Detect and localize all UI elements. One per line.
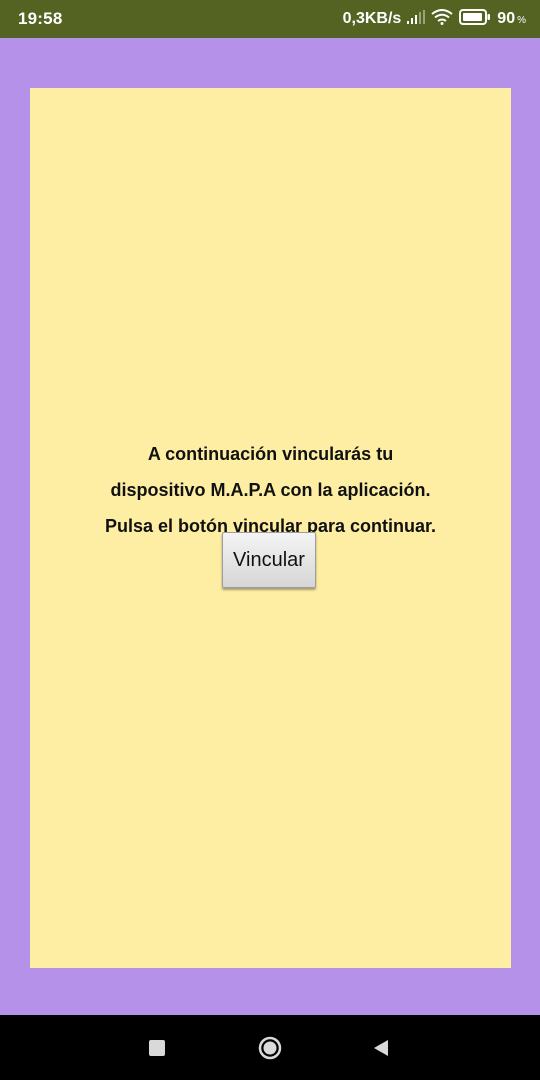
home-icon[interactable] (258, 1036, 282, 1060)
network-speed: 0,3KB/s (342, 10, 402, 27)
battery-icon (459, 8, 491, 30)
vincular-button[interactable]: Vincular (222, 532, 316, 588)
message-line: dispositivo M.A.P.A con la aplicación. (110, 480, 431, 500)
wifi-icon (431, 8, 453, 30)
navigation-bar (0, 1015, 540, 1080)
message-line: A continuación vincularás tu (147, 444, 394, 464)
signal-icon (407, 9, 426, 29)
status-bar: 19:58 0,3KB/s 90 % (0, 0, 540, 38)
recents-icon[interactable] (149, 1040, 165, 1056)
status-icons: 0,3KB/s 90 % (342, 8, 526, 30)
instruction-message: A continuación vincularás tu dispositivo… (0, 436, 540, 544)
battery-percentage: 90% (497, 10, 526, 27)
back-icon[interactable] (372, 1039, 390, 1057)
app-screen: 19:58 0,3KB/s 90 % A continuación vincul… (0, 0, 540, 1080)
status-time: 19:58 (18, 9, 63, 28)
